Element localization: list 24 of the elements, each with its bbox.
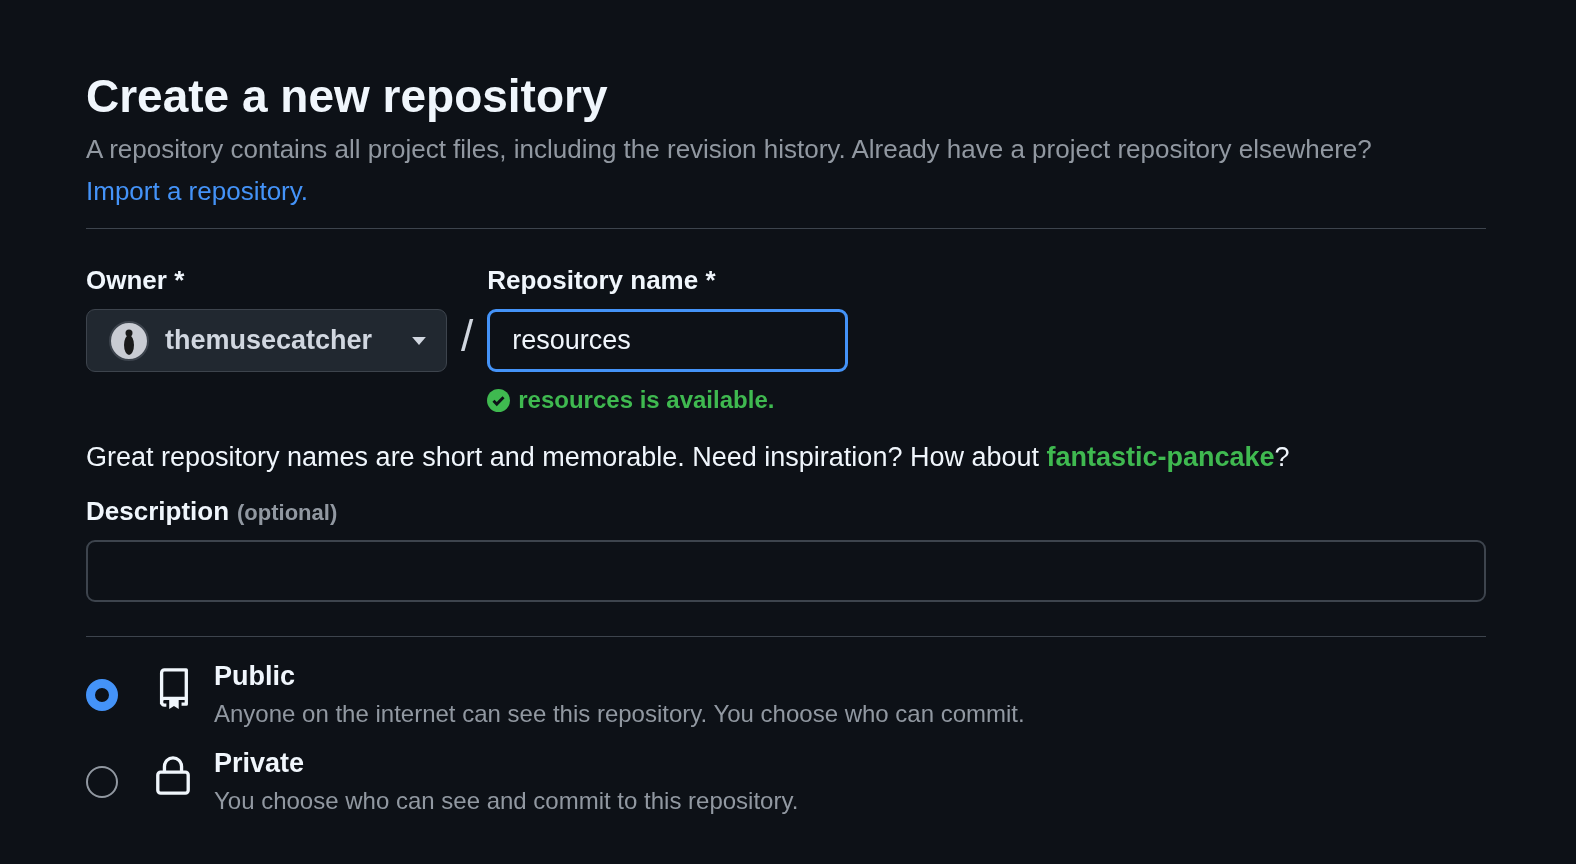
page-title: Create a new repository bbox=[86, 69, 609, 124]
suggestion-text: Great repository names are short and memorable. Need inspiration? How about fantastic-pancake? bbox=[86, 441, 1291, 474]
visibility-label: Private bbox=[214, 748, 306, 779]
visibility-description: Anyone on the internet can see this repository. You choose who can commit. bbox=[214, 700, 1025, 728]
repo-name-field[interactable]: resources bbox=[487, 309, 849, 372]
avatar-icon bbox=[109, 320, 149, 361]
optional-hint: (optional) bbox=[237, 500, 338, 526]
owner-label: Owner * bbox=[86, 265, 185, 295]
radio-button[interactable] bbox=[86, 766, 118, 798]
import-link[interactable]: Import a repository. bbox=[86, 176, 309, 206]
check-circle-icon bbox=[487, 388, 511, 412]
availability-message: resources is available. bbox=[518, 386, 775, 414]
suggestion-link[interactable]: fantastic-pancake bbox=[1046, 442, 1275, 472]
owner-dropdown[interactable]: themusecatcher bbox=[86, 309, 447, 372]
radio-button[interactable] bbox=[86, 679, 118, 711]
caret-icon bbox=[412, 336, 426, 345]
description-field[interactable] bbox=[86, 540, 1486, 602]
visibility-description: You choose who can see and commit to this repository. bbox=[214, 787, 799, 815]
intro-text: A repository contains all project files, including the revision history. Already have a project repository elsewhere? Import a repository. bbox=[86, 133, 1373, 208]
visibility-label: Public bbox=[214, 661, 296, 692]
repo-name-label: Repository name * bbox=[487, 265, 716, 295]
description-label: Description bbox=[86, 496, 230, 526]
lock-icon bbox=[154, 754, 192, 796]
separator-slash: / bbox=[461, 311, 474, 361]
